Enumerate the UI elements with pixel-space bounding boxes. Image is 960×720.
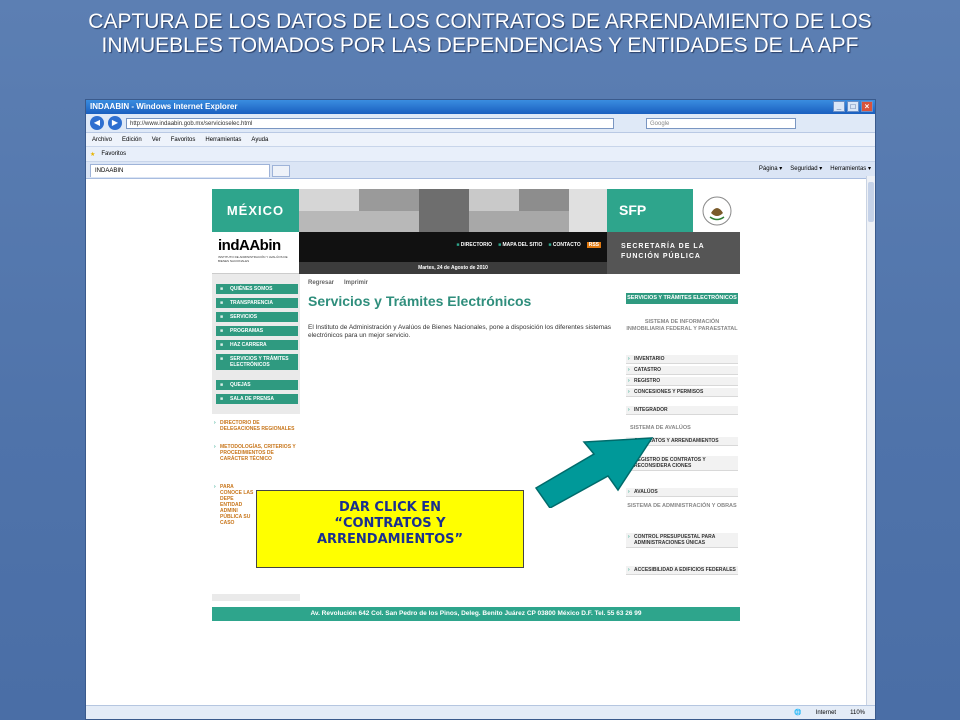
instruction-callout: DAR CLICK EN “CONTRATOS Y ARRENDAMIENTOS… — [256, 490, 524, 568]
forward-icon[interactable]: ▶ — [108, 116, 122, 130]
menu-programas[interactable]: PROGRAMAS — [216, 326, 298, 336]
arrow-icon — [534, 437, 654, 508]
indaabin-logo[interactable]: indAAbin INSTITUTO DE ADMINISTRACIÓN Y A… — [212, 232, 299, 274]
sfp-brand: SFP — [607, 189, 693, 232]
callout-line3: ARRENDAMIENTOS” — [316, 532, 464, 547]
callout-line2: “CONTRATOS Y — [334, 516, 446, 531]
services-heading: SERVICIOS Y TRÁMITES ELECTRÓNICOS — [626, 293, 738, 304]
site-footer: Av. Revolución 642 Col. San Pedro de los… — [212, 607, 740, 621]
top-nav: DIRECTORIO MAPA DEL SITIO CONTACTO RSS — [299, 232, 607, 262]
status-zone: Internet — [815, 709, 837, 716]
menu-haz-carrera[interactable]: HAZ CARRERA — [216, 340, 298, 350]
maximize-icon[interactable]: □ — [847, 101, 859, 112]
page-title: Servicios y Trámites Electrónicos — [308, 293, 532, 309]
section-sistema-informacion: SISTEMA DE INFORMACIÓN INMOBILIARIA FEDE… — [626, 319, 738, 332]
menu-ver[interactable]: Ver — [152, 137, 161, 143]
link-metodologias[interactable]: METODOLOGÍAS, CRITERIOS Y PROCEDIMIENTOS… — [214, 444, 298, 462]
command-bar: Página ▾ Seguridad ▾ Herramientas ▾ — [759, 165, 871, 172]
sfp-description: SECRETARÍA DE LA FUNCIÓN PÚBLICA — [607, 232, 740, 274]
item-registro[interactable]: REGISTRO — [626, 377, 738, 386]
slide-title: CAPTURA DE LOS DATOS DE LOS CONTRATOS DE… — [88, 10, 872, 57]
scrollbar[interactable] — [866, 176, 875, 705]
star-icon: ★ — [90, 151, 96, 158]
tab-row: INDAABIN Página ▾ Seguridad ▾ Herramient… — [86, 162, 875, 179]
menu-quejas[interactable]: QUEJAS — [216, 380, 298, 390]
zoom-level[interactable]: 110% — [850, 710, 865, 716]
contacto-link[interactable]: CONTACTO — [548, 242, 581, 248]
intro-text: El Instituto de Administración y Avalúos… — [308, 324, 612, 339]
favorites-button[interactable]: Favoritos — [101, 151, 126, 157]
regresar-link[interactable]: Regresar — [308, 280, 334, 286]
favorites-bar: ★ Favoritos — [86, 147, 875, 162]
menu-edicion[interactable]: Edición — [122, 137, 142, 143]
security-menu[interactable]: Seguridad ▾ — [790, 165, 822, 172]
mapa-del-sitio-link[interactable]: MAPA DEL SITIO — [498, 242, 543, 248]
menu-sala-de-prensa[interactable]: SALA DE PRENSA — [216, 394, 298, 404]
item-control-presupuestal[interactable]: CONTROL PRESUPUESTAL PARA ADMINISTRACION… — [626, 533, 738, 548]
menu-ayuda[interactable]: Ayuda — [251, 137, 268, 143]
menu-quienes-somos[interactable]: QUIÉNES SOMOS — [216, 284, 298, 294]
item-concesiones[interactable]: CONCESIONES Y PERMISOS — [626, 388, 738, 397]
tools-menu[interactable]: Herramientas ▾ — [830, 165, 871, 172]
tab-indaabin[interactable]: INDAABIN — [90, 164, 270, 177]
globe-icon: 🌐 — [794, 710, 802, 716]
item-integrador[interactable]: INTEGRADOR — [626, 406, 738, 415]
mexico-brand: MÉXICO — [212, 189, 299, 232]
mexico-seal-icon — [693, 189, 740, 232]
address-bar[interactable]: http://www.indaabin.gob.mx/servicioselec… — [126, 117, 614, 129]
page-menu[interactable]: Página ▾ — [759, 165, 782, 172]
menu-servicios[interactable]: SERVICIOS — [216, 312, 298, 322]
menu-bar: Archivo Edición Ver Favoritos Herramient… — [86, 133, 875, 147]
item-accesibilidad[interactable]: ACCESIBILIDAD A EDIFICIOS FEDERALES — [626, 566, 738, 575]
page-toolbar: Regresar Imprimir — [308, 280, 368, 286]
date-bar: Martes, 24 de Agosto de 2010 — [299, 262, 607, 274]
menu-transparencia[interactable]: TRANSPARENCIA — [216, 298, 298, 308]
address-row: ◀ ▶ http://www.indaabin.gob.mx/servicios… — [86, 114, 875, 133]
rss-icon[interactable]: RSS — [586, 242, 601, 248]
new-tab-button[interactable] — [272, 165, 290, 177]
window-titlebar: INDAABIN - Windows Internet Explorer _ □… — [86, 100, 875, 114]
status-bar: 🌐 Internet 110% — [86, 705, 875, 719]
link-delegaciones[interactable]: DIRECTORIO DE DELEGACIONES REGIONALES — [214, 420, 298, 432]
callout-line1: DAR CLICK EN — [339, 500, 441, 515]
imprimir-link[interactable]: Imprimir — [344, 280, 368, 286]
directorio-link[interactable]: DIRECTORIO — [456, 242, 492, 248]
minimize-icon[interactable]: _ — [833, 101, 845, 112]
close-icon[interactable]: × — [861, 101, 873, 112]
menu-favoritos[interactable]: Favoritos — [171, 137, 196, 143]
window-title: INDAABIN - Windows Internet Explorer — [90, 102, 238, 111]
menu-herramientas[interactable]: Herramientas — [205, 137, 241, 143]
item-inventario[interactable]: INVENTARIO — [626, 355, 738, 364]
browser-window: INDAABIN - Windows Internet Explorer _ □… — [85, 99, 876, 720]
menu-archivo[interactable]: Archivo — [92, 137, 112, 143]
link-para-conocer[interactable]: PARA CONOCE LAS DEPE ENTIDAD ADMINI PÚBL… — [214, 484, 254, 526]
search-input[interactable]: Google — [646, 117, 796, 129]
header-mosaic — [299, 189, 607, 232]
back-icon[interactable]: ◀ — [90, 116, 104, 130]
item-catastro[interactable]: CATASTRO — [626, 366, 738, 375]
site-header: MÉXICO SFP indAAbin INSTITUTO DE ADMINIS… — [212, 189, 740, 274]
menu-servicios-tramites[interactable]: SERVICIOS Y TRÁMITES ELECTRÓNICOS — [216, 354, 298, 370]
